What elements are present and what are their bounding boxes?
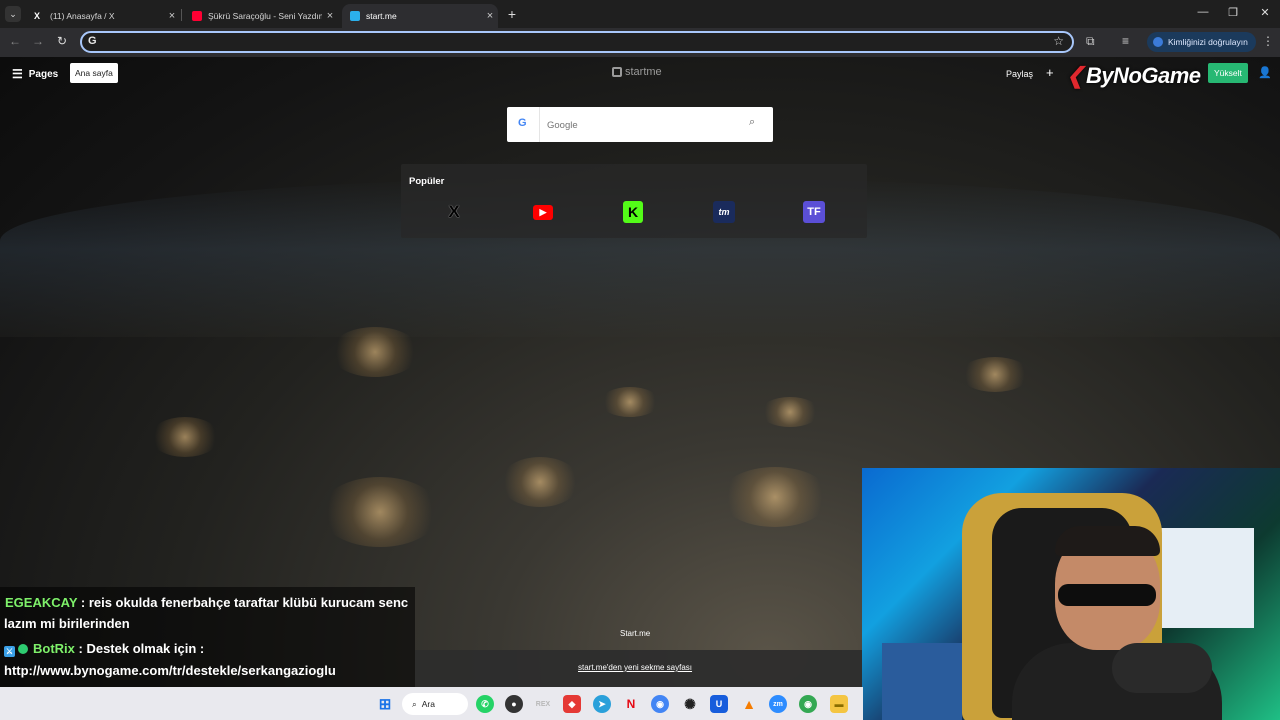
add-button[interactable]: + bbox=[1046, 65, 1054, 80]
zoom-icon[interactable]: zm bbox=[769, 695, 787, 713]
home-page-chip[interactable]: Ana sayfa bbox=[70, 63, 118, 83]
windows-start-icon[interactable]: ⊞ bbox=[376, 695, 394, 713]
chat-username: EGEAKCAY bbox=[5, 595, 78, 610]
user-icon[interactable]: 👤 bbox=[1258, 66, 1272, 79]
city-lights bbox=[150, 417, 220, 457]
vlc-icon[interactable]: ▲ bbox=[740, 695, 758, 713]
chrome-icon[interactable]: ◉ bbox=[651, 695, 669, 713]
chat-message: ⚔ BotRix : Destek olmak için : bbox=[4, 641, 204, 657]
tab-strip: ⌄ X (11) Anasayfa / X × Şükrü Saraçoğlu … bbox=[0, 0, 1280, 28]
chat-message-continuation: lazım mi birilerinden bbox=[4, 616, 130, 631]
chatgpt-icon[interactable]: ✺ bbox=[681, 695, 699, 713]
bynogame-mark-icon: ❮ bbox=[1066, 63, 1084, 88]
share-button[interactable]: Paylaş bbox=[1006, 69, 1033, 79]
search-box: G ⌕ bbox=[507, 107, 773, 142]
restore-icon[interactable]: ❐ bbox=[1220, 6, 1246, 19]
microphone bbox=[1112, 643, 1212, 693]
back-icon[interactable]: ← bbox=[6, 34, 24, 48]
youtube-icon bbox=[192, 11, 202, 21]
browser-toolbar: ← → ↻ G ☆ ⧉ ≡ Kimliğinizi doğrulayın ⋮ bbox=[0, 28, 1280, 57]
search-input[interactable] bbox=[547, 115, 737, 135]
popular-title: Popüler bbox=[409, 176, 445, 187]
city-lights bbox=[600, 387, 660, 417]
bitwarden-icon[interactable]: U bbox=[710, 695, 728, 713]
chat-message-continuation: http://www.bynogame.com/tr/destekle/serk… bbox=[4, 663, 336, 678]
close-icon[interactable]: × bbox=[164, 10, 180, 22]
startme-logo-icon bbox=[612, 67, 622, 77]
sunglasses bbox=[1058, 584, 1156, 606]
x-bookmark-icon[interactable]: X bbox=[443, 201, 465, 223]
city-lights bbox=[760, 397, 820, 427]
google-icon[interactable]: G bbox=[518, 117, 527, 129]
hamburger-icon: ☰ bbox=[12, 67, 23, 81]
youtube-bookmark-icon[interactable]: ▶ bbox=[533, 205, 553, 220]
rex-icon[interactable]: REX bbox=[534, 695, 552, 713]
city-lights bbox=[960, 357, 1030, 392]
chat-message: EGEAKCAY : reis okulda fenerbahçe taraft… bbox=[5, 595, 408, 610]
address-bar[interactable]: G ☆ bbox=[80, 31, 1074, 53]
footer-bar: start.me'den yeni sekme sayfası bbox=[415, 650, 862, 687]
forward-icon[interactable]: → bbox=[29, 34, 47, 48]
tab-search-dropdown[interactable]: ⌄ bbox=[5, 6, 21, 22]
transfermarkt-bookmark-icon[interactable]: tm bbox=[713, 201, 735, 223]
tab-youtube[interactable]: Şükrü Saraçoğlu - Seni Yazdım | × bbox=[184, 4, 338, 28]
profile-icon bbox=[1153, 37, 1163, 47]
windows-taskbar: ⊞ ⌕ Ara ✆ ● REX ◆ ➤ N ◉ ✺ U ▲ zm ◉ ▬ bbox=[0, 687, 863, 720]
bookmark-star-icon[interactable]: ☆ bbox=[1053, 34, 1064, 48]
tab-divider bbox=[181, 9, 182, 21]
tab-x[interactable]: X (11) Anasayfa / X × bbox=[26, 4, 180, 28]
tab-startme[interactable]: start.me × bbox=[342, 4, 498, 28]
fenerbahce-poster bbox=[882, 643, 962, 720]
startme-icon bbox=[350, 11, 360, 21]
search-icon: ⌕ bbox=[412, 698, 417, 709]
whatsapp-icon[interactable]: ✆ bbox=[476, 695, 494, 713]
minimize-icon[interactable]: — bbox=[1190, 6, 1216, 18]
upgrade-button[interactable]: Yükselt bbox=[1208, 63, 1248, 83]
pages-menu-button[interactable]: ☰ Pages bbox=[12, 67, 58, 81]
city-lights bbox=[500, 457, 580, 507]
search-divider bbox=[539, 107, 540, 142]
tf-bookmark-icon[interactable]: TF bbox=[803, 201, 825, 223]
verify-identity-button[interactable]: Kimliğinizi doğrulayın bbox=[1147, 32, 1256, 52]
chat-text: : Destek olmak için : bbox=[78, 641, 205, 656]
moderator-badge-icon: ⚔ bbox=[4, 646, 15, 657]
netflix-icon[interactable]: N bbox=[622, 695, 640, 713]
chrome-profile-icon[interactable]: ◉ bbox=[799, 695, 817, 713]
footer-brand: Start.me bbox=[620, 629, 651, 638]
city-lights bbox=[720, 467, 830, 527]
close-icon[interactable]: × bbox=[322, 10, 338, 22]
close-icon[interactable]: × bbox=[482, 10, 498, 22]
file-explorer-icon[interactable]: ▬ bbox=[830, 695, 848, 713]
startme-logo[interactable]: startme bbox=[612, 66, 662, 78]
streamer-hair bbox=[1055, 526, 1160, 556]
x-logo-icon: X bbox=[34, 11, 41, 21]
telegram-icon[interactable]: ➤ bbox=[593, 695, 611, 713]
bynogame-overlay-logo: ❮ByNoGame bbox=[1066, 63, 1201, 88]
kebab-menu-icon[interactable]: ⋮ bbox=[1262, 34, 1274, 48]
city-lights bbox=[330, 327, 420, 377]
chat-username: BotRix bbox=[33, 641, 75, 656]
popular-widget: Popüler X ▶ K tm TF bbox=[401, 164, 867, 238]
new-tab-page-link[interactable]: start.me'den yeni sekme sayfası bbox=[578, 663, 692, 672]
tactics-board bbox=[1154, 528, 1254, 628]
media-control-icon[interactable]: ≡ bbox=[1122, 34, 1129, 48]
new-tab-button[interactable]: + bbox=[505, 6, 519, 22]
reload-icon[interactable]: ↻ bbox=[53, 34, 71, 48]
app-red-dot-icon[interactable]: ● bbox=[505, 695, 523, 713]
google-icon: G bbox=[88, 35, 97, 47]
stream-chat-overlay: EGEAKCAY : reis okulda fenerbahçe taraft… bbox=[0, 587, 415, 687]
taskbar-search[interactable]: ⌕ Ara bbox=[402, 693, 468, 715]
window-close-icon[interactable]: ✕ bbox=[1252, 6, 1278, 19]
chat-text: : reis okulda fenerbahçe taraftar klübü … bbox=[80, 595, 409, 610]
kick-bookmark-icon[interactable]: K bbox=[623, 201, 643, 223]
city-lights bbox=[320, 477, 440, 547]
search-icon[interactable]: ⌕ bbox=[749, 116, 755, 129]
webcam-overlay bbox=[862, 468, 1280, 720]
verified-badge-icon bbox=[18, 644, 28, 654]
extensions-icon[interactable]: ⧉ bbox=[1086, 34, 1095, 49]
anydesk-icon[interactable]: ◆ bbox=[563, 695, 581, 713]
